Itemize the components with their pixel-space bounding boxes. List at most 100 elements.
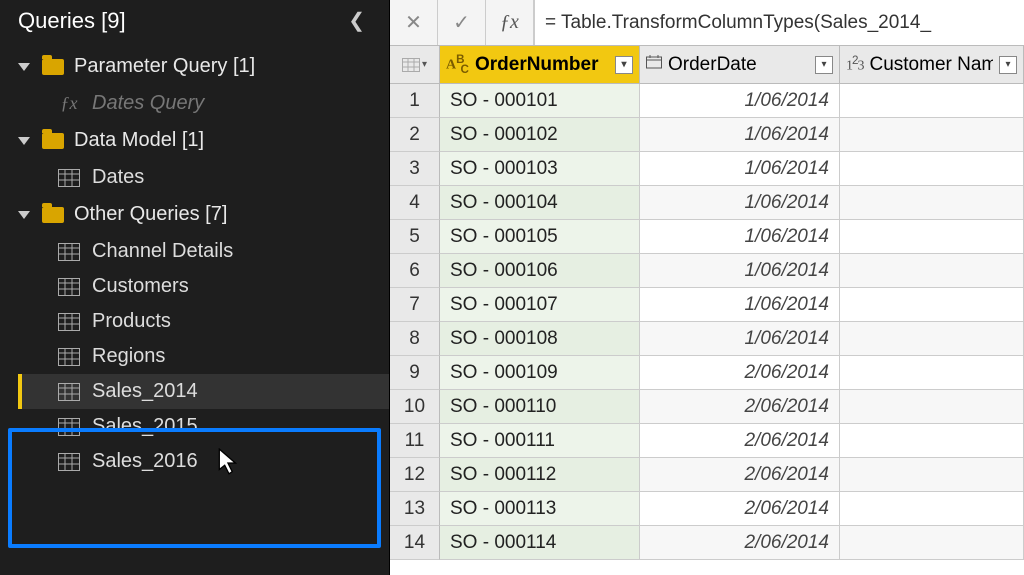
table-row[interactable]: 8SO - 0001081/06/2014 — [390, 322, 1024, 356]
column-header-ordernumber[interactable]: ABCOrderNumber▾ — [440, 46, 640, 84]
folder-icon — [42, 59, 64, 75]
row-number[interactable]: 5 — [390, 220, 440, 254]
cell-customer-name[interactable] — [840, 152, 1024, 186]
column-filter-button[interactable]: ▾ — [815, 56, 833, 74]
cell-customer-name[interactable] — [840, 84, 1024, 118]
cell-customer-name[interactable] — [840, 118, 1024, 152]
row-number[interactable]: 13 — [390, 492, 440, 526]
cell-customer-name[interactable] — [840, 288, 1024, 322]
cell-ordernumber[interactable]: SO - 000105 — [440, 220, 640, 254]
table-row[interactable]: 10SO - 0001102/06/2014 — [390, 390, 1024, 424]
cell-customer-name[interactable] — [840, 424, 1024, 458]
cell-orderdate[interactable]: 2/06/2014 — [640, 356, 840, 390]
query-group-header[interactable]: Parameter Query [1] — [18, 47, 389, 86]
query-item-channel-details[interactable]: Channel Details — [18, 234, 389, 269]
cell-ordernumber[interactable]: SO - 000107 — [440, 288, 640, 322]
cell-customer-name[interactable] — [840, 492, 1024, 526]
cell-ordernumber[interactable]: SO - 000113 — [440, 492, 640, 526]
query-item-sales-2014[interactable]: Sales_2014 — [18, 374, 389, 409]
formula-accept-button[interactable]: ✓ — [438, 0, 486, 45]
cell-orderdate[interactable]: 1/06/2014 — [640, 220, 840, 254]
cell-orderdate[interactable]: 2/06/2014 — [640, 458, 840, 492]
table-row[interactable]: 6SO - 0001061/06/2014 — [390, 254, 1024, 288]
query-item-regions[interactable]: Regions — [18, 339, 389, 374]
row-number[interactable]: 4 — [390, 186, 440, 220]
cell-orderdate[interactable]: 1/06/2014 — [640, 288, 840, 322]
column-header-customer-name[interactable]: 123Customer Name▾ — [840, 46, 1024, 84]
cell-orderdate[interactable]: 1/06/2014 — [640, 84, 840, 118]
cell-ordernumber[interactable]: SO - 000110 — [440, 390, 640, 424]
cell-ordernumber[interactable]: SO - 000106 — [440, 254, 640, 288]
cell-customer-name[interactable] — [840, 254, 1024, 288]
table-row[interactable]: 2SO - 0001021/06/2014 — [390, 118, 1024, 152]
cell-orderdate[interactable]: 2/06/2014 — [640, 424, 840, 458]
query-item-sales-2015[interactable]: Sales_2015 — [18, 409, 389, 444]
table-row[interactable]: 9SO - 0001092/06/2014 — [390, 356, 1024, 390]
table-row[interactable]: 7SO - 0001071/06/2014 — [390, 288, 1024, 322]
row-number[interactable]: 11 — [390, 424, 440, 458]
row-number[interactable]: 9 — [390, 356, 440, 390]
query-item-sales-2016[interactable]: Sales_2016 — [18, 444, 389, 479]
column-filter-button[interactable]: ▾ — [999, 56, 1017, 74]
table-row[interactable]: 14SO - 0001142/06/2014 — [390, 526, 1024, 560]
cell-customer-name[interactable] — [840, 322, 1024, 356]
query-item-dates[interactable]: Dates — [18, 160, 389, 195]
cell-ordernumber[interactable]: SO - 000102 — [440, 118, 640, 152]
cell-ordernumber[interactable]: SO - 000101 — [440, 84, 640, 118]
cell-customer-name[interactable] — [840, 356, 1024, 390]
main-panel: ✕ ✓ ƒx = Table.TransformColumnTypes(Sale… — [390, 0, 1024, 575]
cell-orderdate[interactable]: 2/06/2014 — [640, 492, 840, 526]
cell-ordernumber[interactable]: SO - 000104 — [440, 186, 640, 220]
cell-orderdate[interactable]: 1/06/2014 — [640, 186, 840, 220]
row-number[interactable]: 8 — [390, 322, 440, 356]
column-filter-button[interactable]: ▾ — [615, 56, 633, 74]
query-item-customers[interactable]: Customers — [18, 269, 389, 304]
row-number[interactable]: 6 — [390, 254, 440, 288]
row-number[interactable]: 1 — [390, 84, 440, 118]
query-item-products[interactable]: Products — [18, 304, 389, 339]
table-row[interactable]: 5SO - 0001051/06/2014 — [390, 220, 1024, 254]
cell-customer-name[interactable] — [840, 186, 1024, 220]
cell-customer-name[interactable] — [840, 526, 1024, 560]
data-grid: ▾ ABCOrderNumber▾OrderDate▾123Customer N… — [390, 46, 1024, 575]
table-row[interactable]: 13SO - 0001132/06/2014 — [390, 492, 1024, 526]
fx-icon[interactable]: ƒx — [486, 0, 534, 45]
table-row[interactable]: 1SO - 0001011/06/2014 — [390, 84, 1024, 118]
cell-ordernumber[interactable]: SO - 000112 — [440, 458, 640, 492]
cell-ordernumber[interactable]: SO - 000111 — [440, 424, 640, 458]
row-number[interactable]: 10 — [390, 390, 440, 424]
cell-ordernumber[interactable]: SO - 000108 — [440, 322, 640, 356]
row-number[interactable]: 2 — [390, 118, 440, 152]
query-group-header[interactable]: Other Queries [7] — [18, 195, 389, 234]
table-row[interactable]: 12SO - 0001122/06/2014 — [390, 458, 1024, 492]
row-number[interactable]: 7 — [390, 288, 440, 322]
fx-icon: ƒx — [58, 93, 80, 114]
cell-customer-name[interactable] — [840, 458, 1024, 492]
query-item-dates-query[interactable]: ƒxDates Query — [18, 86, 389, 121]
table-row[interactable]: 3SO - 0001031/06/2014 — [390, 152, 1024, 186]
column-header-orderdate[interactable]: OrderDate▾ — [640, 46, 840, 84]
formula-cancel-button[interactable]: ✕ — [390, 0, 438, 45]
cell-ordernumber[interactable]: SO - 000103 — [440, 152, 640, 186]
row-number[interactable]: 14 — [390, 526, 440, 560]
collapse-sidebar-button[interactable]: ❮ — [340, 4, 373, 37]
cell-orderdate[interactable]: 1/06/2014 — [640, 254, 840, 288]
queries-sidebar: Queries [9] ❮ Parameter Query [1]ƒxDates… — [0, 0, 390, 575]
row-number[interactable]: 3 — [390, 152, 440, 186]
table-icon — [58, 383, 80, 401]
cell-orderdate[interactable]: 1/06/2014 — [640, 322, 840, 356]
query-group-header[interactable]: Data Model [1] — [18, 121, 389, 160]
formula-input[interactable]: = Table.TransformColumnTypes(Sales_2014_ — [534, 0, 1024, 45]
table-row[interactable]: 11SO - 0001112/06/2014 — [390, 424, 1024, 458]
cell-orderdate[interactable]: 1/06/2014 — [640, 152, 840, 186]
row-number[interactable]: 12 — [390, 458, 440, 492]
cell-ordernumber[interactable]: SO - 000109 — [440, 356, 640, 390]
cell-customer-name[interactable] — [840, 220, 1024, 254]
cell-orderdate[interactable]: 2/06/2014 — [640, 526, 840, 560]
cell-customer-name[interactable] — [840, 390, 1024, 424]
select-all-corner[interactable]: ▾ — [390, 46, 440, 84]
cell-orderdate[interactable]: 1/06/2014 — [640, 118, 840, 152]
cell-orderdate[interactable]: 2/06/2014 — [640, 390, 840, 424]
table-row[interactable]: 4SO - 0001041/06/2014 — [390, 186, 1024, 220]
cell-ordernumber[interactable]: SO - 000114 — [440, 526, 640, 560]
